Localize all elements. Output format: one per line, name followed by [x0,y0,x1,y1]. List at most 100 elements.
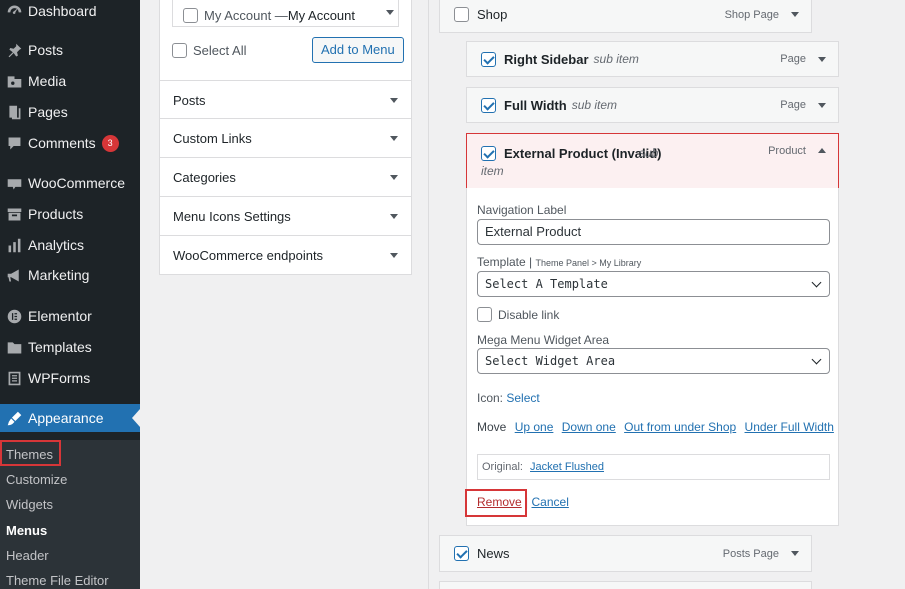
icon-label: Icon: [477,391,504,405]
accordion-label: Categories [173,169,236,185]
sidebar-item-label: Media [28,73,67,89]
list-item[interactable]: My Account — My Account [183,8,355,23]
menu-item-title: External Product (Invalid) [504,146,662,161]
caret-down-icon[interactable] [818,57,826,62]
disable-link-label: Disable link [498,307,560,322]
caret-down-icon [390,253,398,258]
disable-link-checkbox[interactable] [477,307,492,322]
accordion-label: Posts [173,92,206,108]
menu-item-sub: sub [639,146,659,160]
menu-item-checkbox[interactable] [454,7,469,22]
archive-icon [4,205,24,223]
dashboard-icon [4,2,24,20]
add-to-menu-button[interactable]: Add to Menu [312,37,404,63]
themes-highlight-box [0,440,61,466]
accordion-menu-icons-settings[interactable]: Menu Icons Settings [160,196,411,235]
menu-item-checkbox[interactable] [481,51,496,67]
submenu-item-header[interactable]: Header [6,548,49,563]
sidebar-item-label: Comments [28,135,96,151]
menu-item-settings: Navigation Label External Product Templa… [465,188,839,526]
woocommerce-icon [4,174,24,192]
sidebar-item-appearance[interactable]: Appearance [0,404,140,432]
sidebar-item-templates[interactable]: Templates [0,333,140,361]
widget-area-select[interactable]: Select Widget Area [477,348,830,374]
accordion-posts[interactable]: Posts [160,80,411,119]
menu-item-sub-wrap: item [481,164,504,178]
accordion-woocommerce-endpoints[interactable]: WooCommerce endpoints [160,235,411,274]
accordion-custom-links[interactable]: Custom Links [160,118,411,157]
submenu-item-customize[interactable]: Customize [6,472,67,487]
accordion-categories[interactable]: Categories [160,157,411,196]
widget-area-select-value: Select Widget Area [485,354,616,368]
cancel-link[interactable]: Cancel [532,495,569,509]
media-icon [4,72,24,90]
caret-down-icon [390,214,398,219]
menu-item-full-width[interactable]: Full Width sub item Page [466,87,839,123]
menu-item-type: Shop Page [724,8,779,21]
move-label: Move [477,420,507,434]
sidebar-item-label: Posts [28,42,64,58]
icon-select-link[interactable]: Select [506,391,539,405]
sidebar-item-comments[interactable]: Comments 3 [0,129,140,157]
scroll-down-icon[interactable] [386,10,394,15]
move-out-from-under-link[interactable]: Out from under Shop [624,420,736,434]
admin-sidebar: Dashboard Posts Media Pages Comments 3 W… [0,0,140,589]
menu-item-shop[interactable]: Shop Shop Page [439,0,812,33]
menu-item-type: Page [780,99,806,111]
caret-up-icon[interactable] [818,148,826,153]
sidebar-item-marketing[interactable]: Marketing [0,261,140,289]
menu-item-type: Posts Page [722,547,779,560]
disable-link-option[interactable]: Disable link [477,307,559,322]
add-menu-items-panel: My Account — My Account Select All Add t… [159,0,412,275]
caret-down-icon[interactable] [818,103,826,108]
accordion-label: Menu Icons Settings [173,208,291,224]
caret-down-icon [390,98,398,103]
template-title: Template | Theme Panel > My Library [477,255,641,269]
pin-icon [4,41,24,59]
caret-down-icon[interactable] [791,551,799,556]
sidebar-item-label: Elementor [28,308,92,324]
forms-icon [4,369,24,387]
menu-item-title: Full Width [504,97,567,113]
caret-down-icon[interactable] [791,12,799,17]
submenu-item-menus[interactable]: Menus [6,523,47,538]
list-item-label: My Account — [204,8,288,23]
menu-item-checkbox[interactable] [481,146,496,161]
folder-icon [4,338,24,356]
sidebar-item-wpforms[interactable]: WPForms [0,364,140,392]
submenu-item-theme-file-editor[interactable]: Theme File Editor [6,573,109,588]
move-up-one-link[interactable]: Up one [515,420,554,434]
elementor-icon [4,307,24,325]
menu-item-checkbox[interactable] [454,546,469,561]
column-divider [428,0,429,589]
sidebar-item-analytics[interactable]: Analytics [0,231,140,259]
select-all-label: Select All [193,43,247,58]
sidebar-item-media[interactable]: Media [0,67,140,95]
sidebar-item-elementor[interactable]: Elementor [0,302,140,330]
sidebar-item-posts[interactable]: Posts [0,36,140,64]
sidebar-item-dashboard[interactable]: Dashboard [0,0,140,25]
select-all-checkbox[interactable] [172,43,187,58]
list-item-checkbox[interactable] [183,8,198,23]
menu-item-external-product[interactable]: External Product (Invalid) sub item Prod… [466,133,839,189]
submenu-item-widgets[interactable]: Widgets [6,497,53,512]
menu-item-right-sidebar[interactable]: Right Sidebar sub item Page [466,41,839,77]
original-box: Original: Jacket Flushed [477,454,830,480]
menu-item-news[interactable]: News Posts Page [439,535,812,572]
menu-item-next[interactable] [439,581,812,589]
template-select[interactable]: Select A Template [477,271,830,297]
menu-item-title: News [477,546,510,561]
sidebar-item-woocommerce[interactable]: WooCommerce [0,169,140,197]
chevron-down-icon [811,354,822,365]
original-link[interactable]: Jacket Flushed [530,461,604,473]
sidebar-item-pages[interactable]: Pages [0,98,140,126]
move-down-one-link[interactable]: Down one [562,420,616,434]
menu-item-checkbox[interactable] [481,97,496,113]
comment-count-badge: 3 [101,134,119,152]
sidebar-item-products[interactable]: Products [0,200,140,228]
template-hint: Theme Panel > My Library [535,258,642,268]
sidebar-item-label: WooCommerce [28,175,125,191]
move-under-full-width-link[interactable]: Under Full Width [745,420,834,434]
select-all[interactable]: Select All [172,43,246,58]
navigation-label-input[interactable]: External Product [477,219,830,245]
